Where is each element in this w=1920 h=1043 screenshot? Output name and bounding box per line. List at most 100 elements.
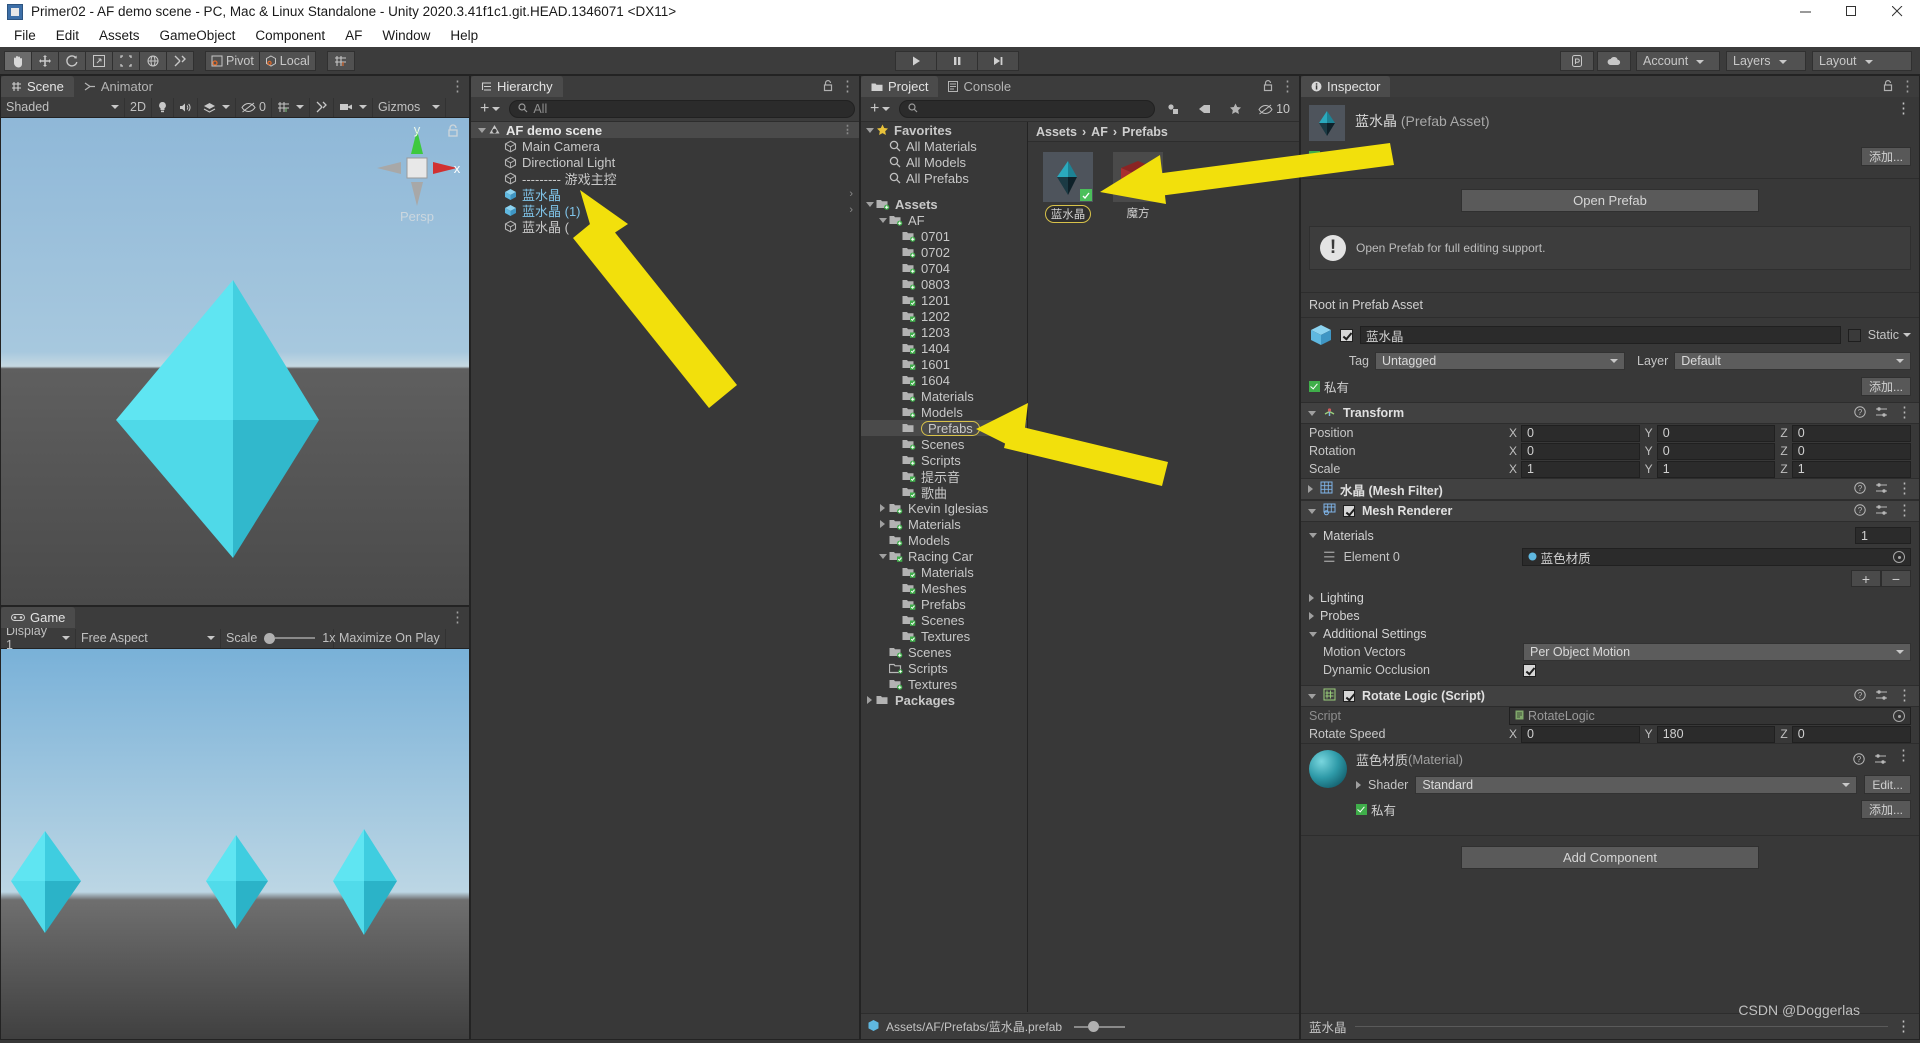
project-tree-item[interactable]: Scripts bbox=[861, 660, 1027, 676]
add-button-object[interactable]: 添加... bbox=[1861, 377, 1911, 396]
project-tree-item[interactable]: Textures bbox=[861, 628, 1027, 644]
chevron-down-icon[interactable] bbox=[863, 202, 876, 207]
preset-icon[interactable] bbox=[1874, 752, 1887, 768]
chevron-down-icon[interactable] bbox=[1309, 533, 1317, 538]
preset-icon[interactable] bbox=[1875, 504, 1888, 519]
hierarchy-tree[interactable]: AF demo scene⋮Main CameraDirectional Lig… bbox=[471, 122, 859, 1039]
rotate-logic-component-header[interactable]: Rotate Logic (Script) ? ⋮ bbox=[1301, 685, 1919, 707]
private-toggle-top[interactable]: 私有 bbox=[1309, 147, 1349, 166]
project-tree-item[interactable]: 0803 bbox=[861, 276, 1027, 292]
tab-hierarchy[interactable]: Hierarchy bbox=[471, 76, 563, 97]
mesh-renderer-kebab-icon[interactable]: ⋮ bbox=[1897, 507, 1912, 515]
scene-grid-dropdown[interactable] bbox=[272, 98, 310, 117]
scene-lock-icon[interactable] bbox=[447, 124, 459, 141]
asset-name[interactable]: 蓝水晶 bbox=[1045, 205, 1092, 223]
inspector-lock-icon[interactable] bbox=[1883, 79, 1893, 95]
hierarchy-item[interactable]: Main Camera bbox=[471, 138, 859, 154]
cube-prefab-thumbnail[interactable] bbox=[1113, 152, 1163, 202]
project-asset-browser[interactable]: Assets › AF › Prefabs bbox=[1028, 122, 1299, 1012]
hand-tool-button[interactable] bbox=[4, 51, 32, 71]
gizmos-dropdown[interactable]: Gizmos bbox=[373, 98, 446, 117]
shader-dropdown[interactable]: Standard bbox=[1415, 776, 1857, 794]
scene-viewport[interactable]: y x Persp bbox=[1, 118, 469, 605]
hierarchy-add-button[interactable]: + bbox=[475, 100, 505, 119]
gameobject-active-checkbox[interactable] bbox=[1340, 329, 1353, 342]
rotate-tool-button[interactable] bbox=[58, 51, 86, 71]
transform-position-y-input[interactable]: 0 bbox=[1657, 425, 1776, 442]
project-tree-item[interactable]: Materials bbox=[861, 564, 1027, 580]
mesh-renderer-enabled-checkbox[interactable] bbox=[1343, 505, 1355, 517]
chevron-down-icon[interactable] bbox=[863, 128, 876, 133]
project-tree-item[interactable]: 1201 bbox=[861, 292, 1027, 308]
project-tree-item[interactable]: 1604 bbox=[861, 372, 1027, 388]
asset-item[interactable]: 蓝水晶 bbox=[1040, 152, 1096, 223]
pause-button[interactable] bbox=[936, 51, 978, 71]
account-dropdown[interactable]: Account bbox=[1636, 51, 1720, 71]
element-0-object-field[interactable]: 蓝色材质 bbox=[1522, 548, 1911, 566]
project-menu-kebab-icon[interactable]: ⋮ bbox=[1280, 83, 1295, 91]
help-icon[interactable]: ? bbox=[1854, 406, 1866, 421]
project-add-button[interactable]: + bbox=[865, 100, 895, 119]
tag-dropdown[interactable]: Untagged bbox=[1375, 352, 1625, 370]
project-tree-item[interactable]: Kevin Iglesias bbox=[861, 500, 1027, 516]
custom-tool-button[interactable] bbox=[166, 51, 194, 71]
project-tree-item[interactable]: Materials bbox=[861, 388, 1027, 404]
menu-item-assets[interactable]: Assets bbox=[89, 26, 150, 45]
breadcrumb-prefabs[interactable]: Prefabs bbox=[1122, 125, 1168, 139]
remove-material-button[interactable]: − bbox=[1881, 570, 1911, 587]
chevron-down-icon[interactable] bbox=[1309, 632, 1317, 637]
project-tree-item[interactable]: Prefabs bbox=[861, 420, 1027, 436]
chevron-right-icon[interactable] bbox=[1308, 485, 1313, 493]
project-tree-item[interactable]: 1404 bbox=[861, 340, 1027, 356]
transform-tool-button[interactable] bbox=[139, 51, 167, 71]
tab-project[interactable]: Project bbox=[861, 76, 938, 97]
asset-name[interactable]: 魔方 bbox=[1110, 205, 1166, 221]
scene-projection-mode[interactable]: Persp bbox=[369, 209, 465, 224]
help-icon[interactable]: ? bbox=[1854, 482, 1866, 497]
preset-icon[interactable] bbox=[1875, 689, 1888, 704]
project-tree-item[interactable]: Models bbox=[861, 532, 1027, 548]
transform-component-header[interactable]: Transform ? ⋮ bbox=[1301, 402, 1919, 424]
minimize-button[interactable] bbox=[1782, 0, 1828, 23]
breadcrumb-assets[interactable]: Assets bbox=[1036, 125, 1077, 139]
materials-count-input[interactable]: 1 bbox=[1855, 527, 1911, 544]
game-viewport[interactable] bbox=[1, 649, 469, 1039]
transform-scale-x-input[interactable]: 1 bbox=[1521, 461, 1640, 478]
tab-inspector[interactable]: Inspector bbox=[1301, 76, 1390, 97]
maximize-on-play-toggle[interactable]: Maximize On Play bbox=[334, 629, 446, 648]
project-tree-item[interactable]: Packages bbox=[861, 692, 1027, 708]
project-tree-item[interactable]: Models bbox=[861, 404, 1027, 420]
project-tree-item[interactable]: Textures bbox=[861, 676, 1027, 692]
project-tree-item[interactable]: Meshes bbox=[861, 580, 1027, 596]
menu-item-component[interactable]: Component bbox=[245, 26, 335, 45]
chevron-right-icon[interactable] bbox=[1356, 781, 1361, 789]
tab-scene[interactable]: Scene bbox=[1, 76, 74, 97]
transform-rotation-y-input[interactable]: 0 bbox=[1657, 443, 1776, 460]
display-dropdown[interactable]: Display 1 bbox=[1, 629, 76, 648]
aspect-dropdown[interactable]: Free Aspect bbox=[76, 629, 221, 648]
probes-fold-row[interactable]: Probes bbox=[1301, 607, 1919, 625]
project-tree-item[interactable]: AF bbox=[861, 212, 1027, 228]
hierarchy-item[interactable]: 蓝水晶 ( bbox=[471, 218, 859, 234]
project-tree-item[interactable]: Scenes bbox=[861, 644, 1027, 660]
hierarchy-menu-kebab-icon[interactable]: ⋮ bbox=[840, 83, 855, 91]
hierarchy-lock-icon[interactable] bbox=[823, 79, 833, 95]
project-tree-item[interactable]: 歌曲 bbox=[861, 484, 1027, 500]
prefab-header-kebab-icon[interactable]: ⋮ bbox=[1896, 105, 1911, 113]
chevron-right-icon[interactable] bbox=[1309, 594, 1314, 602]
close-button[interactable] bbox=[1874, 0, 1920, 23]
menu-item-af[interactable]: AF bbox=[335, 26, 372, 45]
scene-lighting-toggle[interactable] bbox=[152, 98, 174, 117]
transform-scale-z-input[interactable]: 1 bbox=[1792, 461, 1911, 478]
preset-icon[interactable] bbox=[1875, 482, 1888, 497]
hierarchy-search-input[interactable]: All bbox=[509, 100, 855, 118]
object-picker-icon[interactable] bbox=[1893, 551, 1905, 563]
preset-icon[interactable] bbox=[1875, 406, 1888, 421]
play-button[interactable] bbox=[895, 51, 937, 71]
maximize-button[interactable] bbox=[1828, 0, 1874, 23]
project-lock-icon[interactable] bbox=[1263, 79, 1273, 95]
project-tree-item[interactable]: Favorites bbox=[861, 122, 1027, 138]
static-checkbox[interactable] bbox=[1848, 329, 1861, 342]
chevron-down-icon[interactable] bbox=[1308, 411, 1316, 416]
chevron-down-icon[interactable] bbox=[876, 554, 889, 559]
